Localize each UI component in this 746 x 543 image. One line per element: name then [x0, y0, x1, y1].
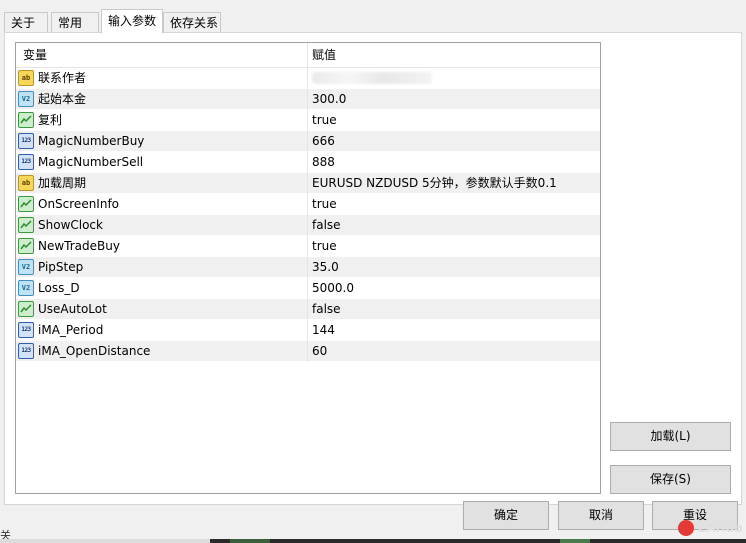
variable-cell: 复利 — [16, 110, 308, 131]
variable-name: OnScreenInfo — [38, 197, 120, 211]
value-cell[interactable]: 35.0 — [312, 257, 339, 278]
value-cell[interactable]: 888 — [312, 152, 335, 173]
watermark-text: EAHub — [698, 521, 743, 535]
grid-header: 变量 赋值 — [16, 43, 600, 68]
variable-cell: UseAutoLot — [16, 299, 308, 320]
tab-dependencies[interactable]: 依存关系 — [163, 12, 221, 32]
parameters-grid[interactable]: 变量 赋值 ab 联系作者 V2 起始本金 300.0 复利 true 123 MagicNum… — [15, 42, 601, 494]
table-row[interactable]: 123 MagicNumberSell 888 — [16, 152, 600, 173]
ok-button[interactable]: 确定 — [463, 501, 549, 530]
value-cell[interactable]: 5000.0 — [312, 278, 354, 299]
tab-bar: 关于 常用 输入参数 依存关系 — [0, 9, 746, 33]
value-cell[interactable]: true — [312, 110, 337, 131]
bool-type-icon — [18, 217, 34, 233]
value-cell[interactable]: 60 — [312, 341, 327, 362]
variable-cell: V2 PipStep — [16, 257, 308, 278]
variable-name: 复利 — [38, 113, 63, 127]
integer-type-icon: 123 — [18, 133, 34, 149]
table-row[interactable]: V2 PipStep 35.0 — [16, 257, 600, 278]
variable-cell: ab 联系作者 — [16, 68, 308, 89]
value-cell[interactable]: false — [312, 215, 341, 236]
tab-common[interactable]: 常用 — [51, 12, 99, 32]
variable-cell: 123 iMA_Period — [16, 320, 308, 341]
value-cell[interactable] — [312, 68, 432, 89]
load-button[interactable]: 加载(L) — [610, 422, 731, 451]
double-type-icon: V2 — [18, 259, 34, 275]
variable-name: 加载周期 — [38, 176, 87, 190]
table-row[interactable]: 复利 true — [16, 110, 600, 131]
variable-name: MagicNumberBuy — [38, 134, 145, 148]
table-row[interactable]: 123 iMA_OpenDistance 60 — [16, 341, 600, 362]
value-cell[interactable]: 300.0 — [312, 89, 346, 110]
variable-cell: NewTradeBuy — [16, 236, 308, 257]
table-row[interactable]: V2 起始本金 300.0 — [16, 89, 600, 110]
double-type-icon: V2 — [18, 91, 34, 107]
table-row[interactable]: 123 iMA_Period 144 — [16, 320, 600, 341]
save-button[interactable]: 保存(S) — [610, 465, 731, 494]
variable-name: UseAutoLot — [38, 302, 107, 316]
double-type-icon: V2 — [18, 280, 34, 296]
variable-cell: ab 加载周期 — [16, 173, 308, 194]
bool-type-icon — [18, 301, 34, 317]
bool-type-icon — [18, 112, 34, 128]
value-cell[interactable]: true — [312, 194, 337, 215]
table-row[interactable]: 123 MagicNumberBuy 666 — [16, 131, 600, 152]
value-cell[interactable]: 144 — [312, 320, 335, 341]
redacted-value — [312, 72, 432, 84]
integer-type-icon: 123 — [18, 343, 34, 359]
variable-cell: ShowClock — [16, 215, 308, 236]
variable-name: iMA_Period — [38, 323, 104, 337]
background-strip — [0, 539, 746, 543]
variable-name: NewTradeBuy — [38, 239, 120, 253]
value-cell[interactable]: EURUSD NZDUSD 5分钟，参数默认手数0.1 — [312, 173, 557, 194]
variable-name: MagicNumberSell — [38, 155, 144, 169]
integer-type-icon: 123 — [18, 154, 34, 170]
table-row[interactable]: ab 加载周期 EURUSD NZDUSD 5分钟，参数默认手数0.1 — [16, 173, 600, 194]
variable-cell: V2 Loss_D — [16, 278, 308, 299]
bool-type-icon — [18, 238, 34, 254]
table-row[interactable]: ab 联系作者 — [16, 68, 600, 89]
variable-cell: 123 iMA_OpenDistance — [16, 341, 308, 362]
table-row[interactable]: NewTradeBuy true — [16, 236, 600, 257]
string-type-icon: ab — [18, 70, 34, 86]
variable-cell: OnScreenInfo — [16, 194, 308, 215]
value-cell[interactable]: 666 — [312, 131, 335, 152]
variable-cell: 123 MagicNumberSell — [16, 152, 308, 173]
tab-about[interactable]: 关于 — [4, 12, 48, 32]
eahub-logo-icon — [678, 519, 694, 536]
variable-name: Loss_D — [38, 281, 80, 295]
variable-cell: V2 起始本金 — [16, 89, 308, 110]
grid-rows: ab 联系作者 V2 起始本金 300.0 复利 true 123 MagicNumberBuy… — [16, 68, 600, 362]
table-row[interactable]: UseAutoLot false — [16, 299, 600, 320]
table-row[interactable]: V2 Loss_D 5000.0 — [16, 278, 600, 299]
variable-name: iMA_OpenDistance — [38, 344, 151, 358]
variable-name: ShowClock — [38, 218, 103, 232]
table-row[interactable]: ShowClock false — [16, 215, 600, 236]
variable-name: PipStep — [38, 260, 84, 274]
integer-type-icon: 123 — [18, 322, 34, 338]
cancel-button[interactable]: 取消 — [558, 501, 644, 530]
watermark: EAHub — [678, 517, 743, 539]
variable-cell: 123 MagicNumberBuy — [16, 131, 308, 152]
value-cell[interactable]: true — [312, 236, 337, 257]
header-variable[interactable]: 变量 — [16, 43, 308, 67]
variable-name: 联系作者 — [38, 71, 87, 85]
tab-inputs[interactable]: 输入参数 — [101, 9, 163, 33]
bool-type-icon — [18, 196, 34, 212]
header-value[interactable]: 赋值 — [308, 43, 600, 67]
string-type-icon: ab — [18, 175, 34, 191]
table-row[interactable]: OnScreenInfo true — [16, 194, 600, 215]
variable-name: 起始本金 — [38, 92, 87, 106]
value-cell[interactable]: false — [312, 299, 341, 320]
